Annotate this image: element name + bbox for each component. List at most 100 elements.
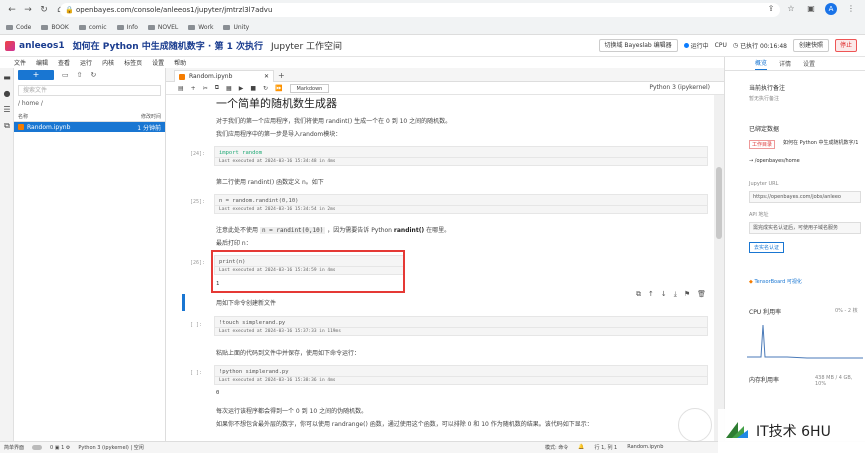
menu-view[interactable]: 查看 <box>58 58 70 67</box>
folder-icon <box>223 25 231 30</box>
cpu-usage-label: CPU 利用率 <box>749 309 782 316</box>
column-name[interactable]: 名称 <box>18 113 28 121</box>
duplicate-icon[interactable]: ⧉ <box>636 290 641 299</box>
simple-mode-toggle[interactable] <box>32 445 43 450</box>
back-icon[interactable]: ← <box>6 4 18 16</box>
clock-icon: ◷ <box>732 42 739 49</box>
code-input[interactable]: import random <box>215 147 707 157</box>
insert-below-icon[interactable]: ⤓ <box>674 290 677 299</box>
bookmarks-bar: Code BOOK comic Info NOVEL Work Unity <box>0 20 865 35</box>
fast-forward-icon[interactable]: ⏩ <box>275 85 282 92</box>
folder-icon <box>6 25 13 30</box>
bookmark-item[interactable]: BOOK <box>41 24 69 31</box>
forward-icon[interactable]: → <box>22 4 34 16</box>
stop-button[interactable]: 停止 <box>834 39 857 52</box>
page-subtitle: Jupyter 工作空间 <box>271 42 343 52</box>
workspace-name[interactable]: anleeos1 <box>19 41 65 51</box>
upload-icon[interactable]: ⇧ <box>77 71 83 79</box>
star-icon[interactable]: ☆ <box>785 3 797 15</box>
cursor-position: 行 1, 列 1 <box>594 445 618 451</box>
tensorboard-link[interactable]: ◆ TensorBoard 可视化 <box>749 278 802 285</box>
file-row[interactable]: Random.ipynb 1 分钟前 <box>14 122 165 132</box>
refresh-icon[interactable]: ↻ <box>91 71 97 79</box>
menu-help[interactable]: 帮助 <box>174 58 186 67</box>
run-status: 运行中 <box>683 41 709 50</box>
tab-settings[interactable]: 设置 <box>803 59 815 70</box>
save-icon[interactable]: ▤ <box>178 85 184 92</box>
cell-type-select[interactable]: Markdown <box>289 83 330 93</box>
menu-edit[interactable]: 编辑 <box>36 58 48 67</box>
folder-icon <box>78 25 86 30</box>
profile-avatar[interactable]: A <box>825 3 837 15</box>
bookmark-item[interactable]: Info <box>116 24 138 31</box>
simple-mode-label: 简单界面 <box>4 445 25 451</box>
kernel-status[interactable]: Python 3 (ipykernel) | 空闲 <box>78 444 143 451</box>
menu-kernel[interactable]: 内核 <box>102 58 114 67</box>
move-up-icon[interactable]: ↑ <box>648 290 654 298</box>
verify-button[interactable]: 去实名认证 <box>749 242 785 253</box>
code-cell[interactable]: import random Last executed at 2024-03-1… <box>214 146 708 166</box>
column-modified[interactable]: 修改时间 <box>141 113 161 121</box>
bookmark-item[interactable]: NOVEL <box>147 24 178 31</box>
switch-editor-button[interactable]: 切换域 Bayeslab 编辑器 <box>598 39 678 52</box>
running-icon[interactable]: ● <box>3 90 11 98</box>
move-down-icon[interactable]: ↓ <box>661 290 667 298</box>
new-tab-icon[interactable]: + <box>278 71 285 80</box>
page-title: 如何在 Python 中生成随机数字 · 第 1 次执行 <box>72 42 263 52</box>
reload-icon[interactable]: ↻ <box>38 4 50 16</box>
tab-random-ipynb[interactable]: Random.ipynb ✕ <box>174 70 274 82</box>
extensions-icon[interactable]: ⧉ <box>3 122 11 130</box>
new-folder-icon[interactable]: ▭ <box>62 71 69 79</box>
copy-icon[interactable]: ⧉ <box>215 84 219 92</box>
cut-icon[interactable]: ✂ <box>203 85 208 92</box>
create-snapshot-button[interactable]: 创建快照 <box>792 39 829 52</box>
bookmark-item[interactable]: Code <box>6 24 31 31</box>
menu-run[interactable]: 运行 <box>80 58 92 67</box>
memory-usage-label: 内存利用率 <box>749 377 780 384</box>
scrollbar-thumb[interactable] <box>716 167 722 239</box>
delete-icon[interactable]: 🗑 <box>697 290 706 298</box>
code-input[interactable]: n = random.randint(0,10) <box>215 195 707 205</box>
jupyter-url-field[interactable]: https://openbayes.com/jobs/anleeo <box>749 191 861 203</box>
menu-settings[interactable]: 设置 <box>152 58 164 67</box>
code-cell[interactable]: !touch simplerand.py Last executed at 20… <box>214 316 708 336</box>
bookmark-item[interactable]: Work <box>188 24 213 31</box>
new-launcher-button[interactable]: + <box>18 69 54 80</box>
kernel-name[interactable]: Python 3 (ipykernel) <box>649 84 710 91</box>
add-cell-icon[interactable]: + <box>191 85 196 92</box>
code-input[interactable]: !touch simplerand.py <box>215 317 707 327</box>
tab-overview[interactable]: 概览 <box>755 58 768 70</box>
url-text: openbayes.com/console/anleeos1/jupyter/j… <box>76 6 273 14</box>
menu-file[interactable]: 文件 <box>14 58 26 67</box>
close-icon[interactable]: ✕ <box>264 73 269 80</box>
address-bar[interactable]: 🔒 openbayes.com/console/anleeos1/jupyter… <box>60 3 780 17</box>
code-input[interactable]: !python simplerand.py <box>215 366 707 376</box>
bookmark-item[interactable]: comic <box>78 24 107 31</box>
code-cell[interactable]: !python simplerand.py Last executed at 2… <box>214 365 708 385</box>
stop-icon[interactable]: ■ <box>250 85 256 92</box>
cell-prompt: [24]: <box>190 151 206 157</box>
exec-note-value[interactable]: 暂无执行备注 <box>749 95 779 102</box>
restart-icon[interactable]: ↻ <box>263 85 268 92</box>
notebook-area[interactable]: 一个简单的随机数生成器 对于我们的第一个应用程序，我们将使用 randint()… <box>166 95 714 441</box>
api-field[interactable]: 需完成实名认证后，可使用子域名服务 <box>749 222 861 234</box>
file-search-input[interactable]: 搜索文件 <box>18 85 161 96</box>
paste-icon[interactable]: ▦ <box>226 85 232 92</box>
tab-details[interactable]: 详情 <box>779 59 791 70</box>
run-icon[interactable]: ▶ <box>239 85 244 92</box>
more-icon[interactable]: ⋮ <box>845 3 857 15</box>
code-cell[interactable]: n = random.randint(0,10) Last executed a… <box>214 194 708 214</box>
openbayes-logo <box>5 40 15 51</box>
menu-tabs[interactable]: 标签页 <box>124 58 142 67</box>
notification-icon[interactable]: 🔔 <box>578 444 584 451</box>
folder-icon[interactable]: ▬ <box>3 74 11 82</box>
share-icon[interactable]: ⇪ <box>765 3 777 15</box>
breadcrumb[interactable]: / home / <box>18 100 161 107</box>
commands-icon[interactable]: ☰ <box>3 106 11 114</box>
mounted-dataset[interactable]: 如何在 Python 中生成随机数字/1 <box>783 140 859 147</box>
format-icon[interactable]: ⚑ <box>684 290 690 298</box>
extensions-icon[interactable]: ▣ <box>805 3 817 15</box>
markdown-paragraph: 第二行使用 randint() 函数定义 n。如下 <box>216 179 324 186</box>
bookmark-item[interactable]: Unity <box>223 24 249 31</box>
notebook-scrollbar[interactable] <box>714 95 724 441</box>
